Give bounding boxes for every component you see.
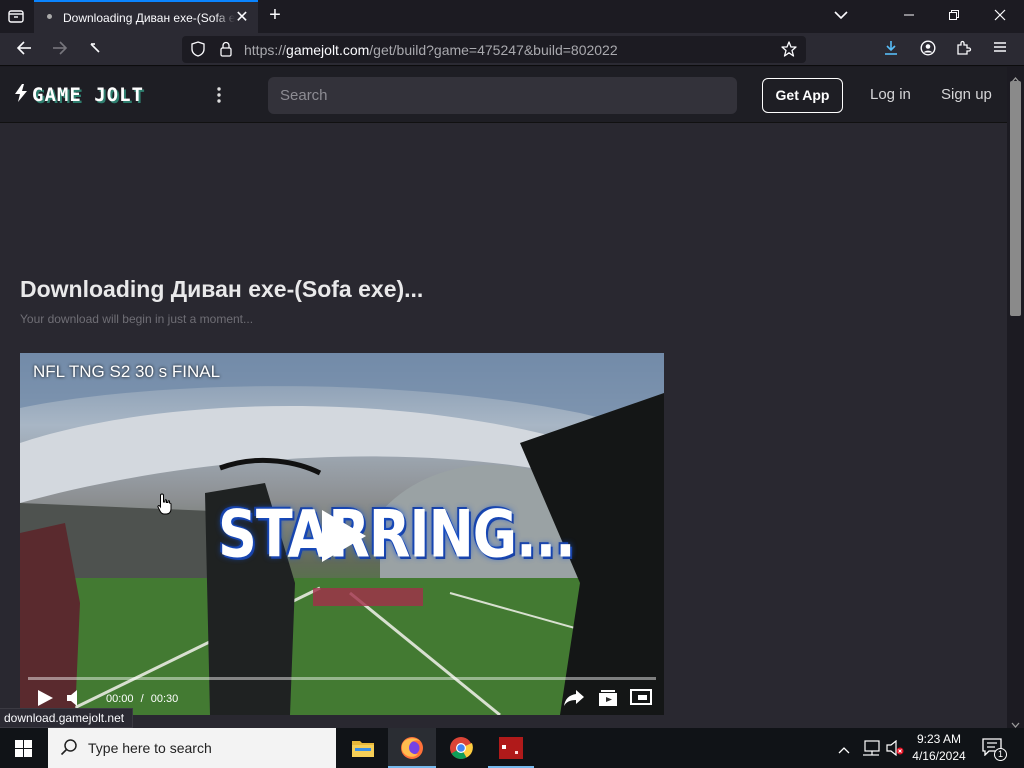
show-hidden-icons-chevron-icon[interactable] [838,742,850,760]
video-player[interactable]: NFL TNG S2 30 s FINAL STARRING... 00:00 … [20,353,664,715]
scrollbar-thumb[interactable] [1010,81,1021,316]
notification-center-icon[interactable]: 1 [982,738,1007,761]
page-scrollbar[interactable] [1007,67,1024,728]
downloads-icon[interactable] [882,40,900,60]
video-time-display: 00:00 / 00:30 [106,693,178,705]
get-app-button[interactable]: Get App [762,78,843,113]
logo-text: GAME JOLT [32,84,144,106]
taskbar-search-placeholder: Type here to search [88,740,212,756]
more-options-icon[interactable] [214,85,224,105]
tab-loading-dot-icon [47,14,52,19]
status-bar-text: download.gamejolt.net [4,711,125,725]
tracking-shield-icon[interactable] [190,41,206,61]
game-app-taskbar-icon[interactable] [488,728,534,768]
tab-overview-icon[interactable] [7,9,25,25]
gamejolt-search-input[interactable]: Search [268,77,737,114]
url-path: /get/build?game=475247&build=802022 [369,42,618,58]
page-title: Downloading Диван exe-(Sofa exe)... [20,276,424,302]
volume-icon[interactable] [66,689,88,707]
back-arrow-icon[interactable] [15,41,33,59]
video-current-time: 00:00 [106,693,134,705]
video-progress-track[interactable] [28,677,656,680]
signup-link[interactable]: Sign up [941,86,992,103]
taskbar-time: 9:23 AM [916,732,962,746]
gamejolt-logo[interactable]: GAME JOLT [14,83,144,107]
picture-in-picture-icon[interactable] [630,689,654,707]
network-icon[interactable] [862,740,880,761]
app-menu-icon[interactable] [991,40,1009,58]
url-text[interactable]: https://gamejolt.com/get/build?game=4752… [244,42,618,58]
url-domain: gamejolt.com [286,42,370,58]
loading-spinner-icon[interactable] [86,41,104,59]
volume-muted-icon[interactable] [886,739,904,761]
taskbar-search-box[interactable]: Type here to search [48,728,336,768]
video-duration: 00:30 [150,693,179,705]
url-prefix: https:// [244,42,287,58]
search-placeholder: Search [280,87,328,104]
address-bar[interactable]: https://gamejolt.com/get/build?game=4752… [182,36,806,63]
taskbar-search-icon [60,738,78,761]
taskbar-date: 4/16/2024 [912,749,966,763]
tab-close-icon[interactable]: ✕ [234,10,250,26]
status-bar-link-preview: download.gamejolt.net [0,708,134,728]
share-icon[interactable] [563,689,585,707]
play-icon[interactable] [36,689,56,707]
account-icon[interactable] [919,40,937,60]
list-all-tabs-icon[interactable] [832,8,850,24]
taskbar-clock[interactable]: 9:23 AM 4/16/2024 [906,731,972,765]
bookmark-star-icon[interactable] [780,41,798,61]
firefox-taskbar-icon[interactable] [388,728,436,768]
chrome-taskbar-icon[interactable] [438,728,484,768]
restore-icon[interactable] [946,9,962,25]
big-play-button[interactable] [318,508,368,564]
lightning-bolt-icon [14,83,28,107]
start-button-windows-icon[interactable] [15,740,33,758]
mouse-pointer-hand-icon [157,493,173,515]
watch-later-icon[interactable] [598,689,620,707]
login-link[interactable]: Log in [870,86,911,103]
close-window-icon[interactable] [992,9,1008,25]
forward-arrow-icon[interactable] [51,41,69,59]
get-app-label: Get App [775,87,830,103]
browser-tab-bar: Downloading Диван exe-(Sofa exe)... ✕ + [0,0,1024,33]
video-title[interactable]: NFL TNG S2 30 s FINAL [33,362,220,382]
lock-icon[interactable] [218,41,234,61]
browser-nav-bar: https://gamejolt.com/get/build?game=4752… [0,33,1024,66]
windows-taskbar: Type here to search 9:23 AM 4/16/2024 1 [0,728,1024,768]
file-explorer-taskbar-icon[interactable] [340,728,386,768]
browser-tab-active[interactable]: Downloading Диван exe-(Sofa exe)... ✕ [34,0,258,33]
page-subtitle: Your download will begin in just a momen… [20,312,254,326]
gamejolt-header: GAME JOLT Search Get App Log in Sign up [0,67,1007,123]
page-viewport: GAME JOLT Search Get App Log in Sign up … [0,67,1007,728]
video-time-separator: / [140,693,144,705]
new-tab-icon[interactable]: + [266,5,284,25]
video-overlay-text: STARRING... [218,496,576,573]
notification-count-badge: 1 [994,748,1007,761]
extensions-icon[interactable] [955,40,973,60]
tab-title: Downloading Диван exe-(Sofa exe)... [63,11,235,25]
minimize-icon[interactable] [901,9,917,25]
